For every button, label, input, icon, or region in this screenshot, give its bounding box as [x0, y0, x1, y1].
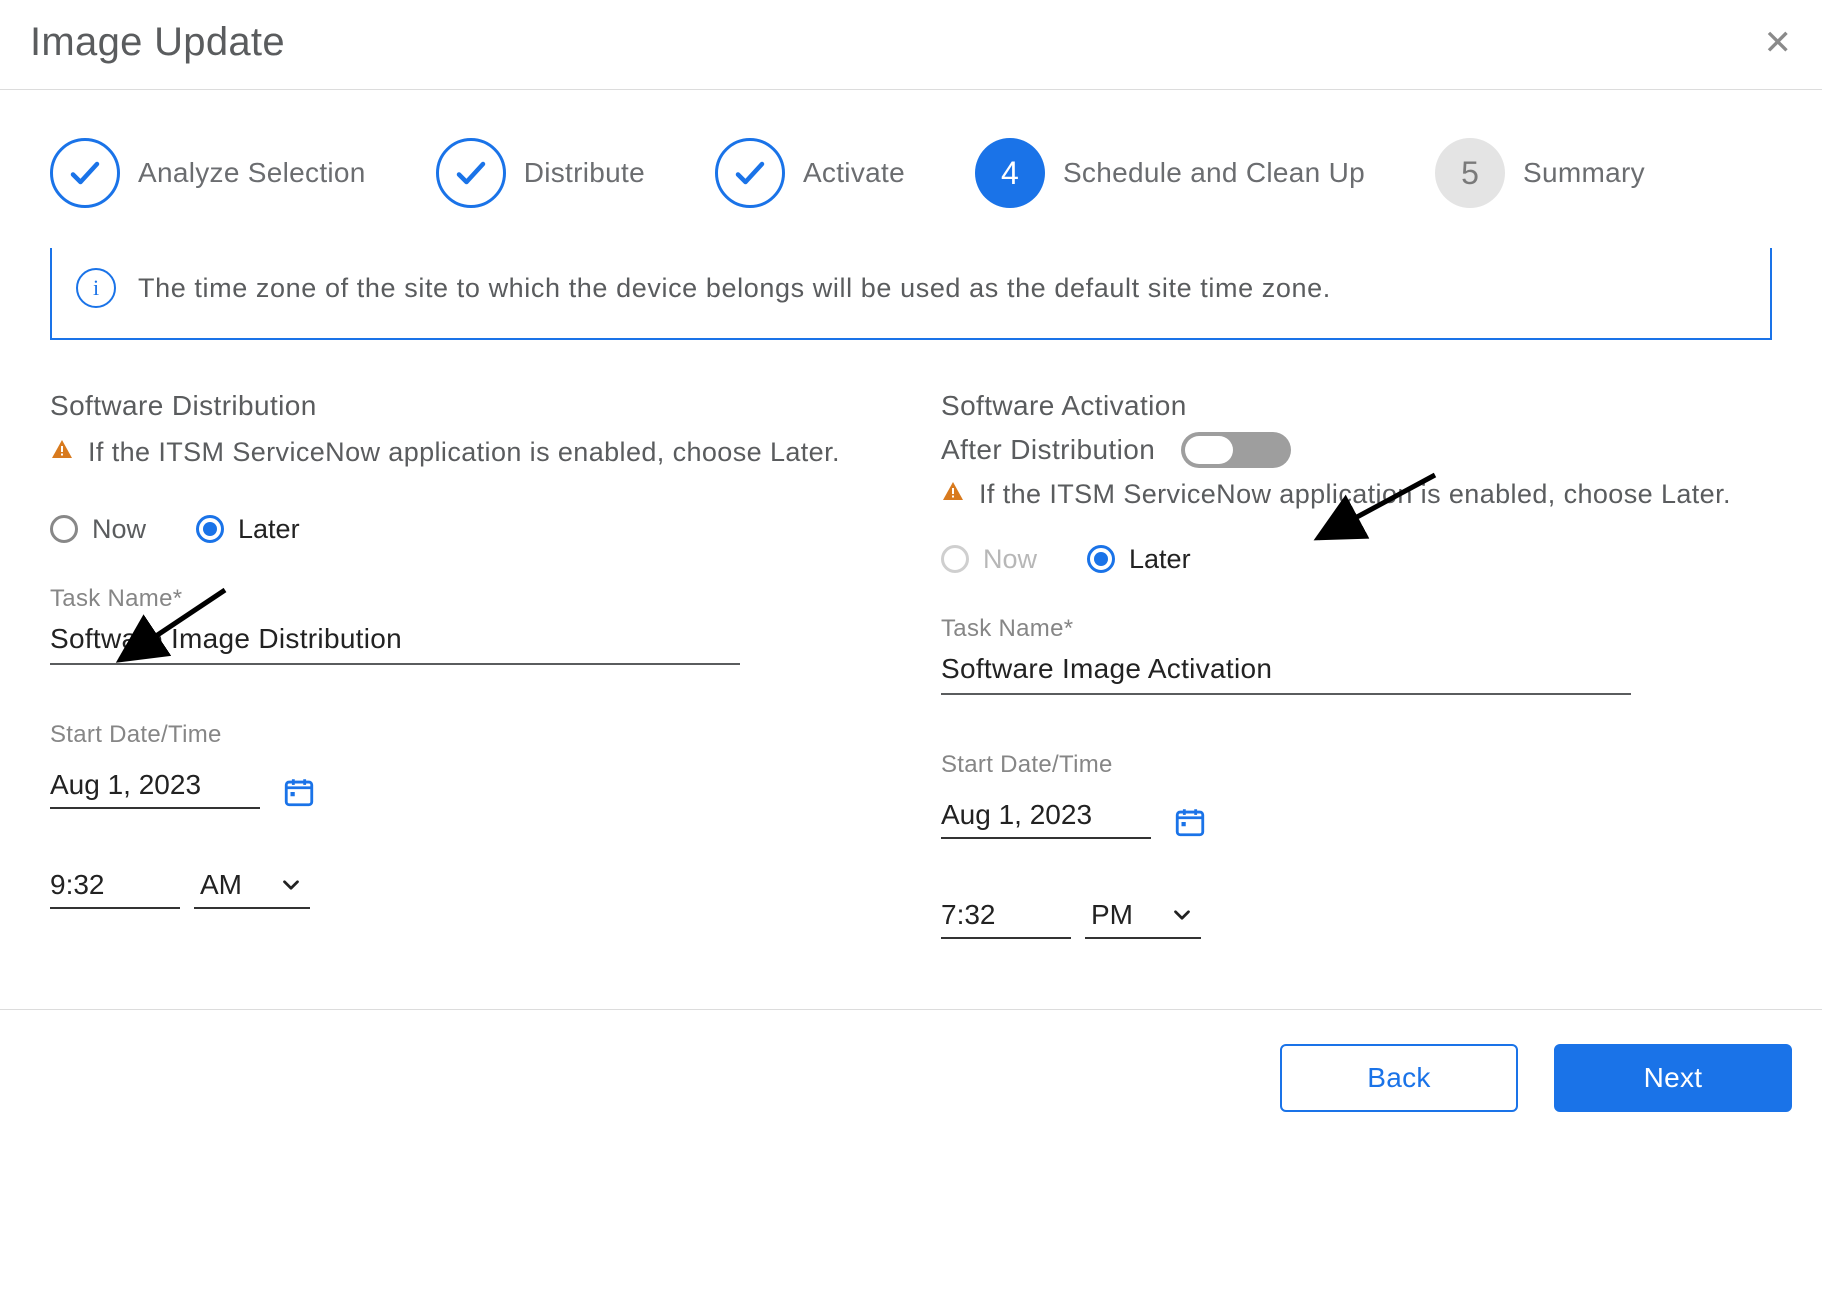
after-distribution-label: After Distribution: [941, 434, 1155, 466]
radio-label: Later: [1129, 544, 1191, 575]
radio-icon: [196, 515, 224, 543]
wizard-stepper: Analyze Selection Distribute Activate 4 …: [0, 90, 1822, 248]
chevron-down-icon: [278, 872, 304, 898]
warning-text: If the ITSM ServiceNow application is en…: [979, 474, 1731, 516]
task-name-label: Task Name*: [50, 585, 881, 613]
ampm-value: AM: [200, 869, 242, 901]
dialog-title: Image Update: [30, 20, 285, 65]
radio-distribution-later[interactable]: Later: [196, 514, 300, 545]
step-distribute[interactable]: Distribute: [436, 138, 645, 208]
radio-label: Now: [983, 544, 1037, 575]
software-distribution-section: Software Distribution If the ITSM Servic…: [50, 390, 921, 939]
step-label: Summary: [1523, 157, 1645, 189]
radio-icon: [50, 515, 78, 543]
radio-label: Later: [238, 514, 300, 545]
step-label: Analyze Selection: [138, 157, 366, 189]
info-banner-wrapper: i The time zone of the site to which the…: [0, 248, 1822, 340]
activation-date-row: [941, 789, 1772, 839]
info-icon: i: [76, 268, 116, 308]
back-button[interactable]: Back: [1280, 1044, 1518, 1112]
checkmark-icon: [715, 138, 785, 208]
task-name-label: Task Name*: [941, 615, 1772, 643]
step-number-pending: 5: [1435, 138, 1505, 208]
dialog-header: Image Update ✕: [0, 0, 1822, 89]
radio-label: Now: [92, 514, 146, 545]
checkmark-icon: [50, 138, 120, 208]
calendar-icon[interactable]: [282, 775, 316, 809]
radio-activation-later[interactable]: Later: [1087, 544, 1191, 575]
radio-icon: [1087, 545, 1115, 573]
activation-time-row: PM: [941, 889, 1772, 939]
info-banner: i The time zone of the site to which the…: [50, 248, 1772, 340]
distribution-date-input[interactable]: [50, 759, 260, 809]
next-button[interactable]: Next: [1554, 1044, 1792, 1112]
distribution-ampm-select[interactable]: AM: [194, 859, 310, 909]
warning-row: If the ITSM ServiceNow application is en…: [941, 474, 1772, 516]
radio-distribution-now[interactable]: Now: [50, 514, 146, 545]
step-label: Distribute: [524, 157, 645, 189]
content-columns: Software Distribution If the ITSM Servic…: [0, 340, 1822, 939]
radio-icon: [941, 545, 969, 573]
section-title: Software Distribution: [50, 390, 881, 422]
activation-ampm-select[interactable]: PM: [1085, 889, 1201, 939]
ampm-value: PM: [1091, 899, 1133, 931]
activation-date-input[interactable]: [941, 789, 1151, 839]
after-distribution-row: After Distribution: [941, 432, 1772, 468]
distribution-date-row: [50, 759, 881, 809]
info-text: The time zone of the site to which the d…: [138, 273, 1331, 304]
warning-row: If the ITSM ServiceNow application is en…: [50, 432, 881, 474]
software-activation-section: Software Activation After Distribution I…: [921, 390, 1772, 939]
step-label: Activate: [803, 157, 905, 189]
dialog-footer: Back Next: [0, 1010, 1822, 1112]
step-activate[interactable]: Activate: [715, 138, 905, 208]
distribution-timing-radios: Now Later: [50, 514, 881, 545]
distribution-time-input[interactable]: [50, 859, 180, 909]
activation-timing-radios: Now Later: [941, 544, 1772, 575]
after-distribution-toggle[interactable]: [1181, 432, 1291, 468]
warning-icon: [50, 438, 74, 462]
step-label: Schedule and Clean Up: [1063, 157, 1365, 189]
distribution-time-row: AM: [50, 859, 881, 909]
step-summary[interactable]: 5 Summary: [1435, 138, 1645, 208]
toggle-knob: [1185, 436, 1233, 464]
warning-icon: [941, 480, 965, 504]
section-title: Software Activation: [941, 390, 1772, 422]
calendar-icon[interactable]: [1173, 805, 1207, 839]
close-icon[interactable]: ✕: [1764, 26, 1793, 60]
step-schedule-clean-up[interactable]: 4 Schedule and Clean Up: [975, 138, 1365, 208]
chevron-down-icon: [1169, 902, 1195, 928]
step-analyze-selection[interactable]: Analyze Selection: [50, 138, 366, 208]
checkmark-icon: [436, 138, 506, 208]
activation-time-input[interactable]: [941, 889, 1071, 939]
distribution-task-name-input[interactable]: [50, 613, 740, 665]
start-datetime-label: Start Date/Time: [50, 721, 881, 749]
warning-text: If the ITSM ServiceNow application is en…: [88, 432, 840, 474]
start-datetime-label: Start Date/Time: [941, 751, 1772, 779]
step-number-active: 4: [975, 138, 1045, 208]
activation-task-name-input[interactable]: [941, 643, 1631, 695]
radio-activation-now: Now: [941, 544, 1037, 575]
